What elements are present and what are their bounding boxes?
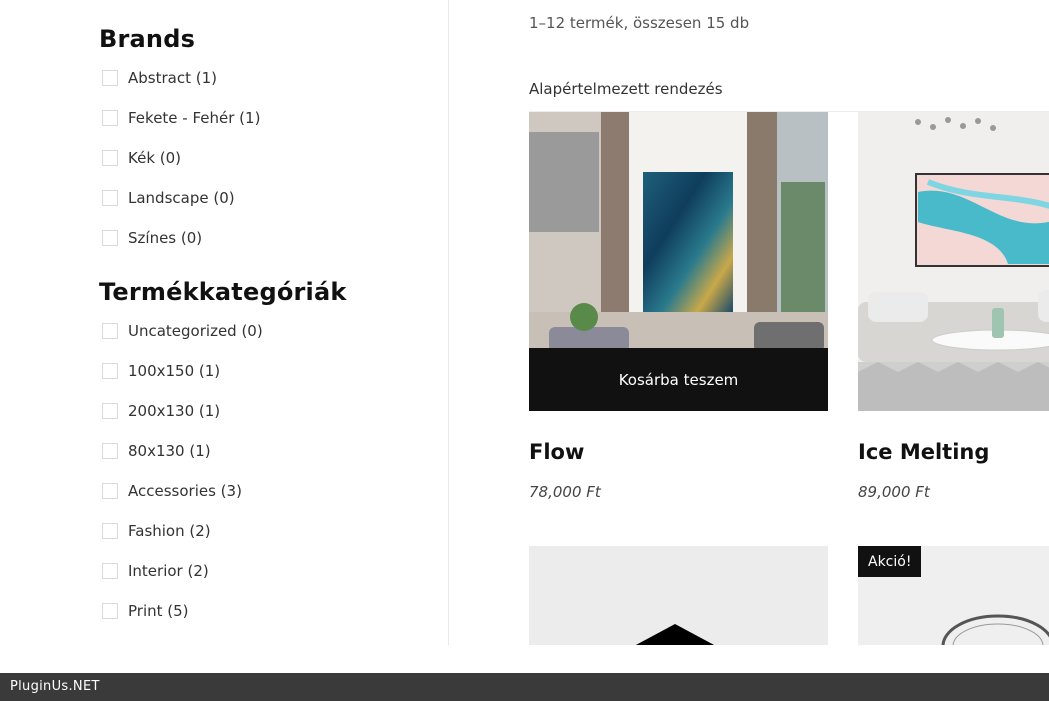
sale-badge: Akció! (858, 546, 922, 577)
brand-filter-landscape[interactable]: Landscape (0) (102, 190, 260, 230)
brand-filter-kek[interactable]: Kék (0) (102, 150, 260, 190)
ordering-select[interactable]: Alapértelmezett rendezés (529, 80, 1049, 112)
footer-credit[interactable]: PluginUs.NET (10, 679, 100, 694)
ordering-label: Alapértelmezett rendezés (529, 80, 723, 98)
category-filter-uncategorized[interactable]: Uncategorized (0) (102, 323, 263, 363)
product-title[interactable]: Flow (529, 440, 584, 464)
checkbox[interactable] (102, 563, 118, 579)
brands-title: Brands (99, 25, 196, 53)
checkbox[interactable] (102, 483, 118, 499)
category-filter-accessories[interactable]: Accessories (3) (102, 483, 263, 523)
categories-title: Termékkategóriák (99, 278, 347, 306)
footer-bar: PluginUs.NET (0, 673, 1049, 701)
brands-list: Abstract (1) Fekete - Fehér (1) Kék (0) … (102, 70, 260, 270)
product-image-flow[interactable]: Kosárba teszem (529, 112, 828, 411)
product-archive: 1–12 termék, összesen 15 db Alapértelmez… (449, 0, 1049, 645)
checkbox[interactable] (102, 110, 118, 126)
sidebar-filters: Brands Abstract (1) Fekete - Fehér (1) K… (0, 0, 449, 645)
checkbox[interactable] (102, 150, 118, 166)
checkbox[interactable] (102, 190, 118, 206)
product-price: 89,000 Ft (858, 483, 930, 501)
brand-filter-abstract[interactable]: Abstract (1) (102, 70, 260, 110)
abstract-art-image (529, 546, 828, 645)
product-title[interactable]: Ice Melting (858, 440, 989, 464)
checkbox[interactable] (102, 363, 118, 379)
category-filter-100x150[interactable]: 100x150 (1) (102, 363, 263, 403)
category-filter-fashion[interactable]: Fashion (2) (102, 523, 263, 563)
checkbox[interactable] (102, 230, 118, 246)
categories-list: Uncategorized (0) 100x150 (1) 200x130 (1… (102, 323, 263, 643)
checkbox[interactable] (102, 323, 118, 339)
brand-filter-szines[interactable]: Színes (0) (102, 230, 260, 270)
checkbox[interactable] (102, 443, 118, 459)
category-filter-200x130[interactable]: 200x130 (1) (102, 403, 263, 443)
product-image-ice-melting[interactable] (858, 112, 1049, 411)
living-room-photo-image (858, 112, 1049, 411)
brand-filter-fekete-feher[interactable]: Fekete - Fehér (1) (102, 110, 260, 150)
add-to-cart-button[interactable]: Kosárba teszem (529, 348, 828, 411)
category-filter-80x130[interactable]: 80x130 (1) (102, 443, 263, 483)
checkbox[interactable] (102, 523, 118, 539)
checkbox[interactable] (102, 70, 118, 86)
result-count: 1–12 termék, összesen 15 db (529, 14, 750, 32)
product-image-4[interactable]: Akció! (858, 546, 1049, 645)
category-filter-print[interactable]: Print (5) (102, 603, 263, 643)
checkbox[interactable] (102, 603, 118, 619)
category-filter-interior[interactable]: Interior (2) (102, 563, 263, 603)
product-price: 78,000 Ft (529, 483, 601, 501)
product-image-3[interactable] (529, 546, 828, 645)
checkbox[interactable] (102, 403, 118, 419)
